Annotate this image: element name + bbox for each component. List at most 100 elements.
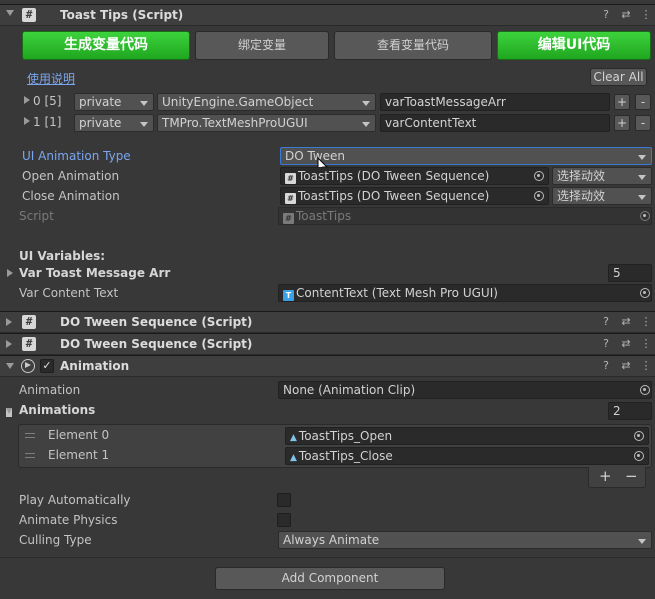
script-field: # ToastTips — [278, 207, 652, 225]
script-icon: # — [22, 315, 36, 329]
row-foldout-icon[interactable] — [24, 117, 30, 125]
usage-link[interactable]: 使用说明 — [27, 70, 75, 87]
add-row-button[interactable]: + — [614, 94, 630, 110]
animation-header[interactable]: ✓ Animation ? ⇄ ⋮ — [0, 355, 655, 377]
add-element-button[interactable]: + — [599, 467, 612, 485]
toast-tips-header[interactable]: # Toast Tips (Script) ? ⇄ ⋮ — [0, 4, 655, 26]
var-content-label: Var Content Text — [19, 286, 119, 300]
element-value: ToastTips_Close — [298, 449, 393, 463]
open-anim-field[interactable]: # ToastTips (DO Tween Sequence) — [280, 167, 549, 185]
script-value: ToastTips — [296, 209, 352, 223]
object-picker-icon[interactable] — [634, 431, 644, 441]
var-name-input[interactable]: varToastMessageArr — [380, 93, 610, 111]
bind-var-button[interactable]: 绑定变量 — [195, 31, 329, 60]
access-value: private — [79, 95, 122, 109]
gen-var-code-button[interactable]: 生成变量代码 — [22, 31, 190, 60]
open-anim-select-dropdown[interactable]: 选择动效 — [552, 167, 652, 185]
foldout-arrow-icon[interactable] — [6, 10, 14, 16]
animation-clip-icon: ▲ — [290, 453, 297, 463]
dropdown-arrow-icon — [362, 101, 370, 106]
play-auto-checkbox[interactable] — [277, 493, 291, 507]
culling-label: Culling Type — [19, 533, 92, 547]
object-picker-icon[interactable] — [534, 171, 544, 181]
close-anim-field[interactable]: # ToastTips (DO Tween Sequence) — [280, 187, 549, 205]
component-title: DO Tween Sequence (Script) — [60, 315, 253, 329]
component-title: Animation — [60, 359, 130, 373]
add-component-button[interactable]: Add Component — [215, 567, 445, 590]
type-dropdown[interactable]: UnityEngine.GameObject — [157, 93, 376, 111]
var-content-field[interactable]: T ContentText (Text Mesh Pro UGUI) — [278, 284, 652, 302]
element-field[interactable]: ▲ ToastTips_Close — [285, 447, 649, 465]
enabled-checkbox[interactable]: ✓ — [40, 359, 54, 373]
remove-element-button[interactable]: − — [625, 467, 638, 485]
more-icon[interactable]: ⋮ — [640, 9, 652, 21]
foldout-arrow-icon[interactable] — [6, 318, 12, 326]
more-icon[interactable]: ⋮ — [640, 360, 652, 372]
element-field[interactable]: ▲ ToastTips_Open — [285, 427, 649, 445]
dropdown-arrow-icon — [638, 539, 646, 544]
close-anim-label: Close Animation — [22, 189, 120, 203]
var-toast-label[interactable]: Var Toast Message Arr — [19, 266, 170, 280]
view-var-code-button[interactable]: 查看变量代码 — [334, 31, 492, 60]
object-picker-icon[interactable] — [634, 451, 644, 461]
foldout-arrow-icon[interactable] — [6, 408, 12, 417]
do-tween-sequence-header[interactable]: # DO Tween Sequence (Script) ? ⇄ ⋮ — [0, 311, 655, 333]
dropdown-arrow-icon — [140, 101, 148, 106]
do-tween-sequence-header[interactable]: # DO Tween Sequence (Script) ? ⇄ ⋮ — [0, 333, 655, 355]
element-label: Element 1 — [48, 448, 110, 462]
animations-label[interactable]: Animations — [19, 403, 95, 417]
more-icon[interactable]: ⋮ — [640, 316, 652, 328]
type-value: TMPro.TextMeshProUGUI — [162, 116, 308, 130]
dropdown-arrow-icon — [638, 155, 646, 160]
presets-icon[interactable]: ⇄ — [620, 338, 632, 350]
list-footer: + − — [588, 467, 646, 488]
anim-physics-checkbox[interactable] — [277, 513, 291, 527]
close-anim-value: ToastTips (DO Tween Sequence) — [298, 189, 490, 203]
object-picker-icon[interactable] — [640, 288, 650, 298]
remove-row-button[interactable]: - — [635, 94, 651, 110]
foldout-arrow-icon[interactable] — [7, 269, 13, 277]
object-picker-icon[interactable] — [534, 191, 544, 201]
open-anim-select-value: 选择动效 — [557, 169, 606, 183]
help-icon[interactable]: ? — [600, 316, 612, 328]
dropdown-arrow-icon — [638, 195, 646, 200]
row-index: 1 [1] — [33, 115, 62, 129]
ui-anim-type-dropdown[interactable]: DO Tween — [280, 147, 652, 165]
script-icon: # — [285, 173, 296, 184]
more-icon[interactable]: ⋮ — [640, 338, 652, 350]
help-icon[interactable]: ? — [600, 9, 612, 21]
culling-dropdown[interactable]: Always Animate — [278, 531, 652, 549]
help-icon[interactable]: ? — [600, 360, 612, 372]
animation-clip-field[interactable]: None (Animation Clip) — [278, 381, 652, 399]
help-icon[interactable]: ? — [600, 338, 612, 350]
drag-handle-icon[interactable] — [25, 433, 35, 438]
foldout-arrow-icon[interactable] — [6, 363, 14, 369]
close-anim-select-dropdown[interactable]: 选择动效 — [552, 187, 652, 205]
access-dropdown[interactable]: private — [74, 114, 154, 132]
animations-size-input[interactable]: 2 — [608, 402, 652, 420]
foldout-arrow-icon[interactable] — [6, 340, 12, 348]
script-icon: # — [22, 337, 36, 351]
culling-value: Always Animate — [283, 533, 380, 547]
dropdown-arrow-icon — [140, 122, 148, 127]
access-dropdown[interactable]: private — [74, 93, 154, 111]
add-row-button[interactable]: + — [614, 115, 630, 131]
var-content-value: ContentText (Text Mesh Pro UGUI) — [296, 286, 498, 300]
text-icon: T — [283, 290, 294, 301]
drag-handle-icon[interactable] — [25, 453, 35, 458]
remove-row-button[interactable]: - — [635, 115, 651, 131]
presets-icon[interactable]: ⇄ — [620, 360, 632, 372]
anim-physics-label: Animate Physics — [19, 513, 118, 527]
dropdown-arrow-icon — [638, 175, 646, 180]
presets-icon[interactable]: ⇄ — [620, 316, 632, 328]
var-toast-size-input[interactable]: 5 — [608, 264, 652, 282]
object-picker-icon[interactable] — [640, 385, 650, 395]
presets-icon[interactable]: ⇄ — [620, 9, 632, 21]
clear-all-button[interactable]: Clear All — [590, 68, 647, 86]
ui-vars-header: UI Variables: — [19, 249, 106, 263]
row-foldout-icon[interactable] — [24, 96, 30, 104]
type-dropdown[interactable]: TMPro.TextMeshProUGUI — [157, 114, 376, 132]
var-name-input[interactable]: varContentText — [380, 114, 610, 132]
edit-ui-code-button[interactable]: 编辑UI代码 — [497, 31, 651, 60]
divider — [0, 557, 655, 558]
